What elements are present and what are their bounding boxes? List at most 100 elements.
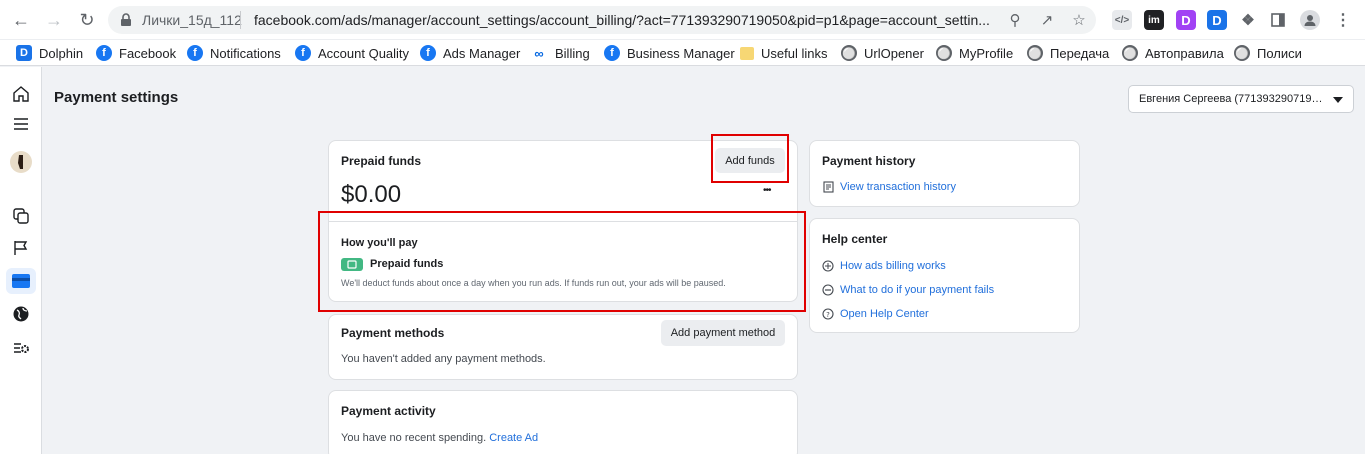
help-link-payment-fails[interactable]: What to do if your payment fails bbox=[822, 284, 994, 296]
facebook-icon: f bbox=[420, 45, 436, 61]
bookmarks-bar: D Dolphin f Facebook f Notifications f A… bbox=[0, 40, 1365, 66]
bookmark-business-manager[interactable]: f Business Manager bbox=[604, 44, 735, 62]
reload-icon[interactable]: ↻ bbox=[76, 9, 98, 31]
svg-text:?: ? bbox=[826, 311, 830, 319]
help-desk-icon bbox=[822, 260, 834, 272]
bookmark-avtopravila[interactable]: ⚪ Автоправила bbox=[1122, 44, 1224, 62]
prepaid-wallet-icon bbox=[341, 258, 363, 271]
question-icon: ? bbox=[822, 308, 834, 320]
bookmark-dolphin[interactable]: D Dolphin bbox=[16, 44, 83, 62]
avatar[interactable] bbox=[6, 149, 36, 175]
bookmark-label: Полиси bbox=[1257, 45, 1302, 61]
bookmark-polisi[interactable]: ⚪ Полиси bbox=[1234, 44, 1302, 62]
billing-card-icon[interactable] bbox=[6, 268, 36, 294]
bookmark-label: Notifications bbox=[210, 45, 281, 61]
help-link-open-help-center[interactable]: ? Open Help Center bbox=[822, 308, 929, 320]
bookmark-urlopener[interactable]: ⚪ UrlOpener bbox=[841, 44, 924, 62]
tab-profile-label: Лички_15д_112 bbox=[142, 12, 242, 28]
bookmark-label: Dolphin bbox=[39, 45, 84, 61]
bookmark-myprofile[interactable]: ⚪ MyProfile bbox=[936, 44, 1013, 62]
bookmark-label: UrlOpener bbox=[864, 45, 924, 61]
lock-icon bbox=[121, 13, 131, 26]
browser-toolbar: ← → ↻ Лички_15д_112 facebook.com/ads/man… bbox=[0, 0, 1365, 40]
payment-methods-card: Payment methods Add payment method You h… bbox=[328, 314, 798, 380]
app-rail bbox=[0, 67, 42, 454]
blue-d-ext-icon[interactable]: D bbox=[1207, 10, 1227, 30]
puzzle-icon[interactable]: ❖ bbox=[1238, 10, 1258, 30]
flag-icon[interactable] bbox=[6, 235, 36, 261]
bookmark-facebook[interactable]: f Facebook bbox=[96, 44, 176, 62]
sidepanel-icon[interactable] bbox=[1268, 10, 1288, 30]
account-selector[interactable]: Евгения Сергеева (77139329071905... bbox=[1128, 85, 1354, 113]
payment-activity-title: Payment activity bbox=[341, 404, 436, 418]
bookmark-useful-links[interactable]: Useful links bbox=[740, 44, 827, 62]
bookmark-label: Ads Manager bbox=[443, 45, 521, 61]
menu-icon[interactable] bbox=[6, 111, 36, 137]
settings-list-icon[interactable] bbox=[6, 335, 36, 361]
no-spending-text: You have no recent spending. bbox=[341, 432, 487, 444]
payment-methods-title: Payment methods bbox=[341, 326, 445, 340]
bookmark-label: Автоправила bbox=[1145, 45, 1224, 61]
prepaid-method-label: Prepaid funds bbox=[370, 258, 444, 270]
bookmark-label: Передача bbox=[1050, 45, 1110, 61]
globe-icon: ⚪ bbox=[1122, 45, 1138, 61]
meta-icon: ∞ bbox=[534, 45, 544, 61]
bookmark-label: MyProfile bbox=[959, 45, 1014, 61]
bookmark-label: Business Manager bbox=[627, 45, 735, 61]
globe-icon: ⚪ bbox=[1027, 45, 1043, 61]
payment-activity-card: Payment activity You have no recent spen… bbox=[328, 390, 798, 454]
minus-circle-icon bbox=[822, 284, 834, 296]
add-funds-button[interactable]: Add funds bbox=[715, 148, 785, 173]
im-ext-icon[interactable]: im bbox=[1144, 10, 1164, 30]
zoom-icon[interactable]: ⚲ bbox=[1006, 11, 1024, 29]
globe-icon[interactable] bbox=[6, 301, 36, 327]
help-center-title: Help center bbox=[822, 232, 888, 246]
omnibox-divider bbox=[240, 11, 241, 29]
home-icon[interactable] bbox=[6, 81, 36, 107]
prepaid-funds-title: Prepaid funds bbox=[341, 154, 422, 168]
help-link-billing-works[interactable]: How ads billing works bbox=[822, 260, 946, 272]
back-arrow-icon[interactable]: ← bbox=[10, 9, 32, 31]
facebook-icon: f bbox=[187, 45, 203, 61]
bookmark-ads-manager[interactable]: f Ads Manager bbox=[420, 44, 520, 62]
folder-icon bbox=[740, 46, 754, 60]
payment-activity-text: You have no recent spending. Create Ad bbox=[341, 432, 538, 444]
kebab-menu-icon[interactable]: ⋮ bbox=[1333, 10, 1353, 30]
share-icon[interactable]: ↗ bbox=[1038, 11, 1056, 29]
divider bbox=[329, 221, 797, 222]
bookmark-billing[interactable]: ∞ Billing bbox=[530, 44, 589, 62]
help-link-label: Open Help Center bbox=[840, 308, 929, 320]
prepaid-note: We'll deduct funds about once a day when… bbox=[341, 278, 726, 288]
create-ad-link[interactable]: Create Ad bbox=[489, 432, 538, 444]
forward-arrow-icon[interactable]: → bbox=[43, 9, 65, 31]
bookmark-account-quality[interactable]: f Account Quality bbox=[295, 44, 409, 62]
facebook-icon: f bbox=[96, 45, 112, 61]
receipt-icon bbox=[822, 181, 834, 193]
bookmark-label: Facebook bbox=[119, 45, 177, 61]
globe-icon: ⚪ bbox=[1234, 45, 1250, 61]
bookmark-label: Useful links bbox=[761, 45, 828, 61]
account-selector-label: Евгения Сергеева (77139329071905... bbox=[1139, 93, 1324, 105]
pages-icon[interactable] bbox=[6, 203, 36, 229]
bookmark-peredacha[interactable]: ⚪ Передача bbox=[1027, 44, 1109, 62]
how-you-pay-title: How you'll pay bbox=[341, 237, 418, 249]
add-payment-method-button[interactable]: Add payment method bbox=[661, 320, 785, 346]
globe-icon: ⚪ bbox=[841, 45, 857, 61]
address-bar[interactable]: Лички_15д_112 facebook.com/ads/manager/a… bbox=[108, 6, 1096, 34]
star-icon[interactable]: ☆ bbox=[1070, 11, 1088, 29]
url-text[interactable]: facebook.com/ads/manager/account_setting… bbox=[254, 12, 999, 28]
view-transaction-history-link[interactable]: View transaction history bbox=[822, 181, 956, 193]
code-ext-icon[interactable]: </> bbox=[1112, 10, 1132, 30]
help-link-label: How ads billing works bbox=[840, 260, 946, 272]
purple-d-ext-icon[interactable]: D bbox=[1176, 10, 1196, 30]
more-options-icon[interactable]: ••• bbox=[763, 185, 771, 196]
bookmark-notifications[interactable]: f Notifications bbox=[187, 44, 281, 62]
bookmark-label: Account Quality bbox=[318, 45, 410, 61]
page-title: Payment settings bbox=[54, 89, 179, 106]
facebook-icon: f bbox=[295, 45, 311, 61]
profile-icon[interactable] bbox=[1300, 10, 1320, 30]
view-transaction-history-label: View transaction history bbox=[840, 181, 956, 193]
payment-history-card: Payment history View transaction history bbox=[809, 140, 1080, 207]
help-link-label: What to do if your payment fails bbox=[840, 284, 995, 296]
caret-down-icon bbox=[1333, 97, 1343, 103]
